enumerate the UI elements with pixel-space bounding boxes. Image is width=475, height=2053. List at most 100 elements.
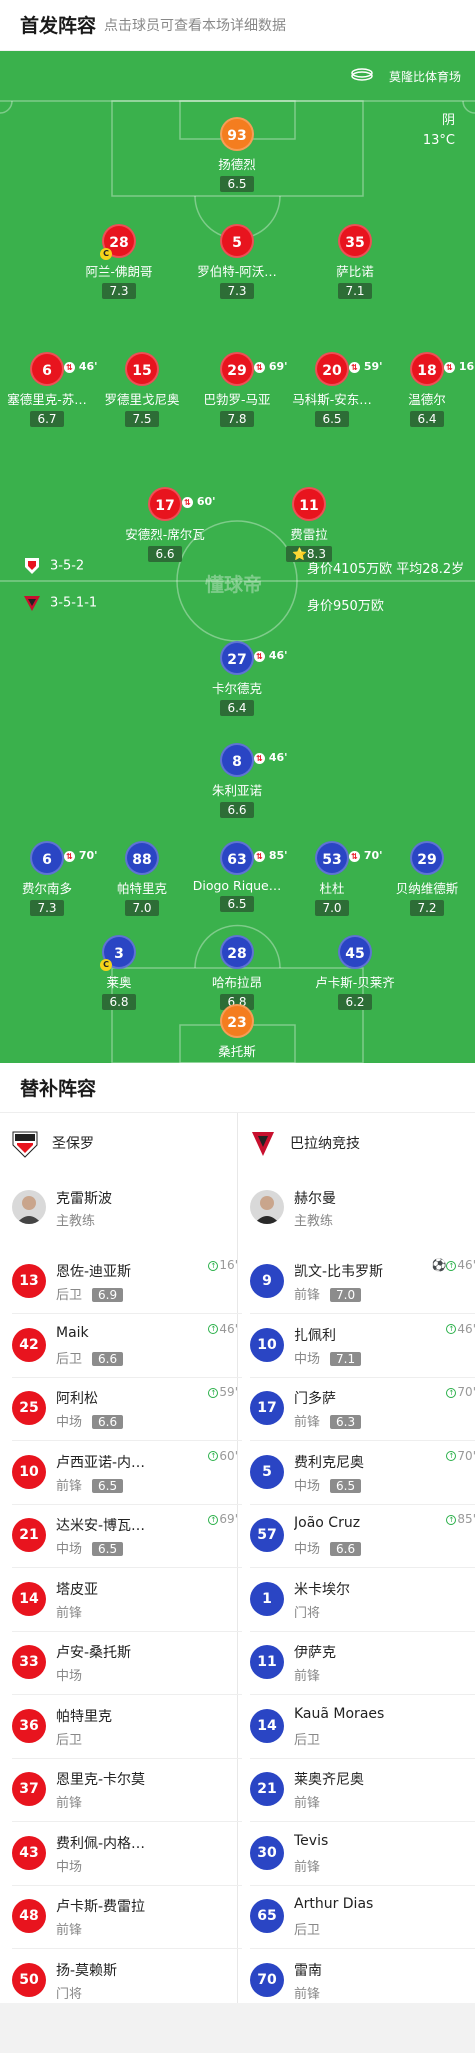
sub-name: 扎佩利 <box>294 1327 336 1344</box>
player-29[interactable]: 29 ⇅ 69' 巴勃罗-马亚 7.8 <box>182 352 292 427</box>
sub-number: 33 <box>12 1645 46 1679</box>
sub-name: 雷南 <box>294 1962 322 1979</box>
sub-position-text: 前锋 <box>56 1923 83 1938</box>
player-27[interactable]: 27 ⇅ 46' 卡尔德克 6.4 <box>182 641 292 716</box>
player-name: 莱奥 <box>106 975 132 990</box>
sub-name: 凯文-比韦罗斯 <box>294 1264 384 1280</box>
away-sub-row[interactable]: 21 莱奥齐尼奥 前锋 <box>250 1759 475 1822</box>
temperature-text: 13°C <box>422 133 455 148</box>
away-coach[interactable]: 赫尔曼 主教练 <box>250 1190 450 1230</box>
sub-position-text: 后卫 <box>56 1351 83 1367</box>
sub-position-text: 中场 <box>294 1542 321 1557</box>
away-sub-row[interactable]: 14 Kauã Moraes 后卫 <box>250 1696 475 1759</box>
home-sub-row[interactable]: 43 费利佩-内格… 中场 <box>12 1823 242 1886</box>
sub-name: 扬-莫赖斯 <box>56 1962 118 1979</box>
sub-off-icon: ⇅ <box>254 850 265 862</box>
player-18[interactable]: 18⇅ 16' 温德尔 6.4 <box>372 352 475 427</box>
sub-off-badge: ⇅ 46' <box>254 741 288 775</box>
player-name: 巴勃罗-马亚 <box>203 392 271 407</box>
home-sub-row[interactable]: 33 卢安-桑托斯 中场 <box>12 1632 242 1695</box>
player-name: 桑托斯 <box>218 1044 256 1059</box>
sub-name: 费利克尼奥 <box>294 1454 364 1471</box>
home-sub-row[interactable]: 25 阿利松 中场 6.6 ↑ 59' <box>12 1378 242 1441</box>
player-3[interactable]: 3 C 莱奥 6.8 <box>64 935 174 1010</box>
home-team-logo-icon <box>25 558 39 574</box>
player-17[interactable]: 17 ⇅ 60' 安德烈-席尔瓦 6.6 <box>110 487 220 562</box>
away-sub-row[interactable]: 65 Arthur Dias 后卫 <box>250 1886 475 1949</box>
sub-position: 门将 <box>56 1983 82 2002</box>
sub-on-icon: ↑ <box>208 1260 219 1271</box>
sub-position-text: 中场 <box>56 1415 83 1430</box>
sub-position-text: 中场 <box>56 1669 83 1684</box>
away-sub-row[interactable]: 10 扎佩利 中场 7.1 ↑ 46' <box>250 1315 475 1378</box>
sub-position: 后卫 <box>56 1729 82 1748</box>
away-sub-row[interactable]: 9 凯文-比韦罗斯 前锋 7.0 ⚽ ↑ 46' <box>250 1251 475 1314</box>
home-sub-row[interactable]: 42 Maik 后卫 6.6 ↑ 46' <box>12 1315 242 1378</box>
sub-position: 中场 7.1 <box>294 1348 362 1367</box>
player-28[interactable]: 28 哈布拉昂 6.8 <box>182 935 292 1010</box>
player-53[interactable]: 53 ⇅ 70' 杜杜 7.0 <box>277 841 387 916</box>
sub-number: 9 <box>250 1264 284 1298</box>
player-45[interactable]: 45 卢卡斯-贝莱齐 6.2 <box>300 935 410 1010</box>
watermark: 懂球帝 <box>205 574 263 596</box>
sub-number: 21 <box>250 1772 284 1806</box>
sub-on-minute-badge: ↑ 85' <box>446 1512 475 1526</box>
sub-name: Arthur Dias <box>294 1896 374 1912</box>
sub-on-minute-badge: ↑ 70' <box>446 1449 475 1463</box>
sub-rating: 6.6 <box>92 1415 124 1429</box>
sub-name: 卢卡斯-费雷拉 <box>56 1899 146 1915</box>
sub-number: 25 <box>12 1391 46 1425</box>
player-rating: 6.6 <box>220 802 254 818</box>
home-sub-row[interactable]: 36 帕特里克 后卫 <box>12 1696 242 1759</box>
sub-name: João Cruz <box>294 1515 361 1531</box>
sub-name: Kauã Moraes <box>294 1705 385 1722</box>
player-rating-value: 7.3 <box>37 901 57 915</box>
home-sub-row[interactable]: 37 恩里克-卡尔莫 前锋 <box>12 1759 242 1822</box>
away-club-name: 巴拉纳竞技 <box>290 1136 360 1152</box>
player-23[interactable]: 23桑托斯6.6 <box>182 1004 292 1063</box>
player-15[interactable]: 15 罗德里戈尼奥 7.5 <box>87 352 197 427</box>
home-sub-row[interactable]: 21 达米安-博瓦… 中场 6.5 ↑ 69' <box>12 1505 242 1568</box>
player-20[interactable]: 20 ⇅ 59' 马科斯-安东… 6.5 <box>277 352 387 427</box>
away-sub-row[interactable]: 30 Tevis 前锋 <box>250 1823 475 1886</box>
home-sub-row[interactable]: 48 卢卡斯-费雷拉 前锋 <box>12 1886 242 1949</box>
home-club[interactable]: 圣保罗 <box>12 1130 94 1158</box>
sub-number: 43 <box>12 1835 46 1870</box>
away-club[interactable]: 巴拉纳竞技 <box>250 1130 360 1158</box>
player-number: 28 C <box>100 224 136 260</box>
home-coach[interactable]: 克雷斯波 主教练 <box>12 1190 212 1230</box>
player-rating: 6.5 <box>220 896 254 912</box>
home-sub-row[interactable]: 10 卢西亚诺-内… 前锋 6.5 ↑ 60' <box>12 1442 242 1505</box>
home-coach-role: 主教练 <box>56 1214 96 1229</box>
sub-name: 卢西亚诺-内… <box>56 1454 146 1471</box>
away-sub-row[interactable]: 11 伊萨克 前锋 <box>250 1632 475 1695</box>
away-sub-row[interactable]: 5 费利克尼奥 中场 6.5 ↑ 70' <box>250 1442 475 1505</box>
player-rating-value: 6.8 <box>109 995 129 1009</box>
sub-position: 前锋 <box>56 1792 82 1811</box>
player-11[interactable]: 11 费雷拉 ⭐8.3 <box>254 487 364 562</box>
away-sub-row[interactable]: 1 米卡埃尔 门将 <box>250 1569 475 1632</box>
player-rating-value: 6.2 <box>345 995 365 1009</box>
sub-off-icon: ⇅ <box>254 752 265 764</box>
player-28[interactable]: 28 C 阿兰-佛朗哥 7.3 <box>64 224 174 299</box>
player-8[interactable]: 8 ⇅ 46' 朱利亚诺 6.6 <box>182 743 292 818</box>
captain-icon: C <box>100 248 112 260</box>
away-sub-row[interactable]: 57 João Cruz 中场 6.6 ↑ 85' <box>250 1505 475 1568</box>
home-sub-row[interactable]: 14 塔皮亚 前锋 <box>12 1569 242 1632</box>
sub-position-text: 前锋 <box>56 1605 83 1621</box>
player-rating-value: 6.7 <box>37 412 57 426</box>
player-63[interactable]: 63 ⇅ 85' Diogo Rique… 6.5 <box>182 841 292 912</box>
player-rating-value: 7.3 <box>109 284 129 298</box>
player-name: 卢卡斯-贝莱齐 <box>315 975 395 990</box>
player-29[interactable]: 29 贝纳维德斯 7.2 <box>372 841 475 916</box>
player-93[interactable]: 93 扬德烈 6.5 <box>182 117 292 192</box>
away-sub-row[interactable]: 17 门多萨 前锋 6.3 ↑ 70' <box>250 1378 475 1441</box>
sub-position: 后卫 6.6 <box>56 1348 124 1367</box>
player-rating: 6.2 <box>338 994 372 1010</box>
player-88[interactable]: 88 帕特里克 7.0 <box>87 841 197 916</box>
sub-on-icon: ↑ <box>446 1387 457 1398</box>
home-sub-row[interactable]: 13 恩佐-迪亚斯 后卫 6.9 ↑ 16' <box>12 1251 242 1314</box>
player-5[interactable]: 5 罗伯特-阿沃… 7.3 <box>182 224 292 299</box>
sub-on-minute: 70' <box>457 1448 475 1463</box>
player-35[interactable]: 35 萨比诺 7.1 <box>300 224 410 299</box>
